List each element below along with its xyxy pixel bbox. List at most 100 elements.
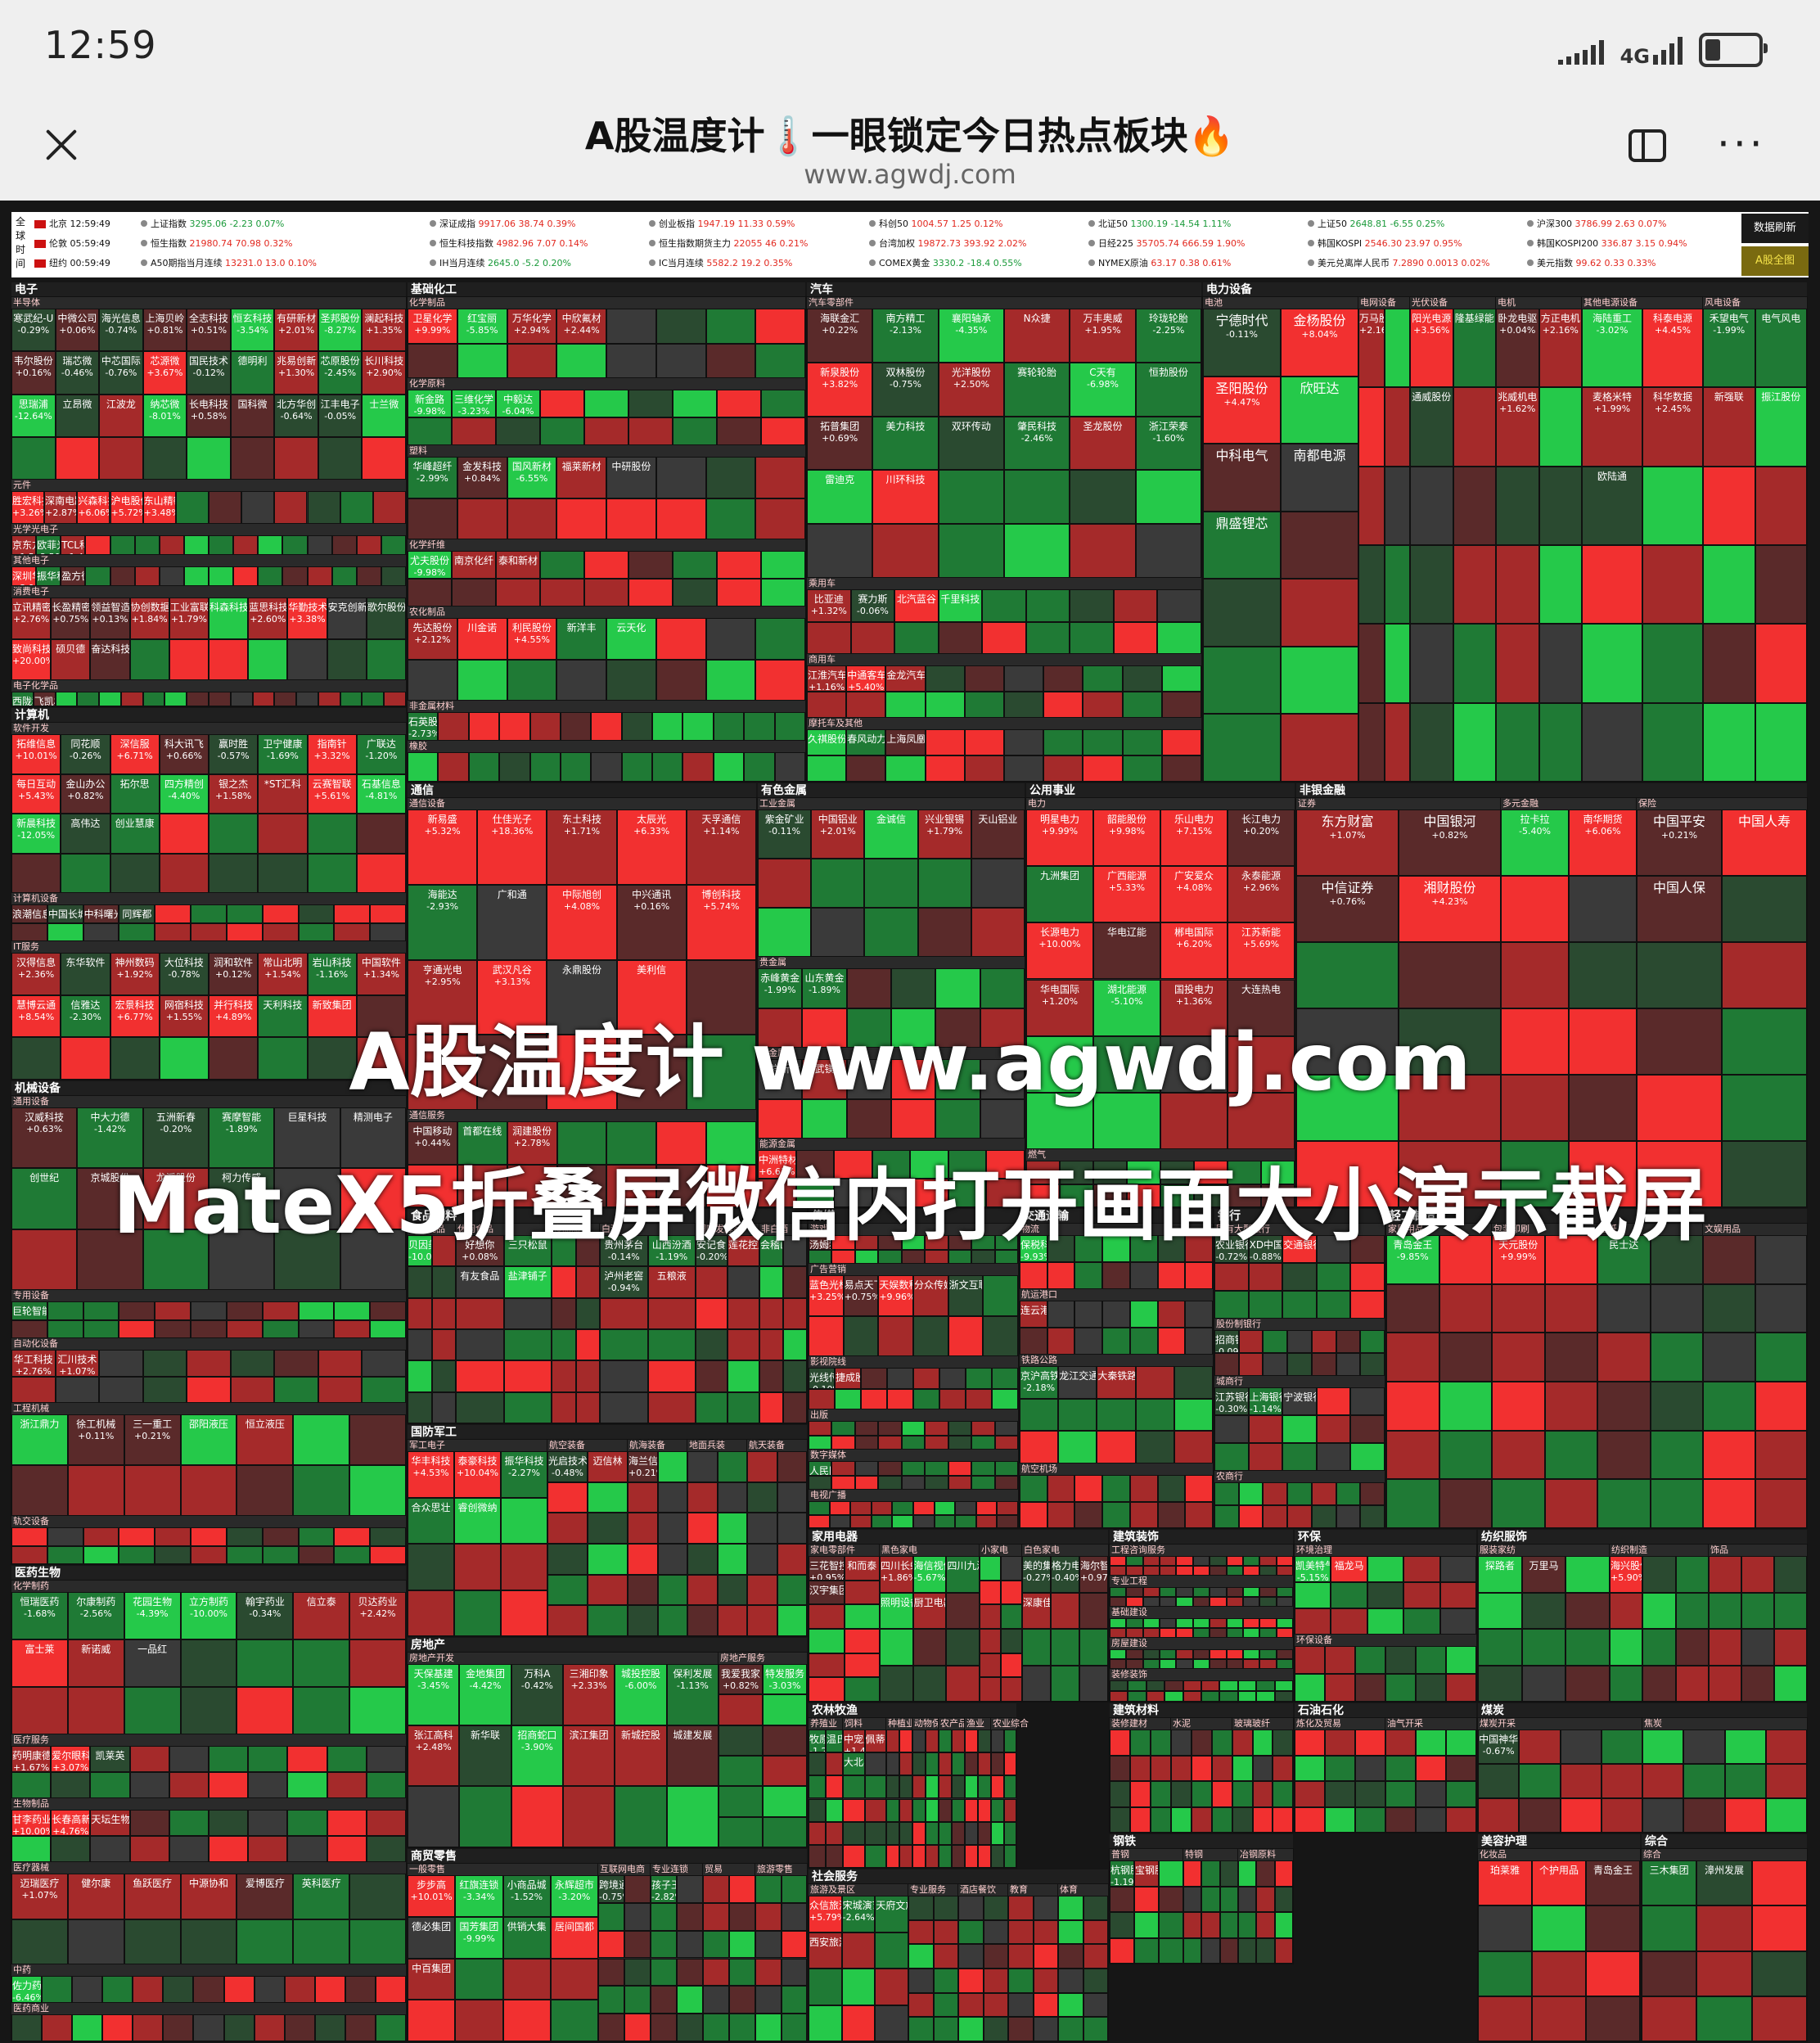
stock-tile-unlabeled[interactable]: [51, 1772, 91, 1798]
sub-industry-block[interactable]: 包装印刷 天元股份 +9.99%: [1491, 1223, 1598, 1529]
stock-tile-unlabeled[interactable]: [1650, 1479, 1703, 1528]
stock-tile-unlabeled[interactable]: [1185, 1235, 1213, 1262]
stock-tile[interactable]: 长盈精密 +0.75%: [51, 598, 91, 639]
stock-tile-unlabeled[interactable]: [1765, 1730, 1807, 1764]
stock-tile-unlabeled[interactable]: [841, 1969, 876, 2005]
stock-tile-unlabeled[interactable]: [677, 2014, 703, 2041]
stock-tile[interactable]: 振江股份: [1755, 387, 1807, 467]
stock-tile-unlabeled[interactable]: [677, 1958, 703, 1987]
stock-tile-unlabeled[interactable]: [1316, 1415, 1351, 1443]
sector-block[interactable]: 国防军工 军工电子 华丰科技 +4.53% 泰豪科技 +10.04% 振华科技 -2.27% 合…: [407, 1425, 808, 1637]
stock-tile-unlabeled[interactable]: [861, 1368, 887, 1389]
stock-tile-unlabeled[interactable]: [1259, 1556, 1277, 1566]
stock-tile-unlabeled[interactable]: [1261, 1161, 1295, 1184]
stock-tile-unlabeled[interactable]: [1724, 1798, 1766, 1833]
sub-industry-block[interactable]: 家电零部件三花智控+0.95%和而泰汉宇集团: [808, 1544, 881, 1702]
stock-tile-unlabeled[interactable]: [1160, 1628, 1177, 1638]
stock-tile[interactable]: 科森科技: [209, 598, 249, 639]
stock-tile-unlabeled[interactable]: [307, 566, 332, 586]
stock-tile-unlabeled[interactable]: [1399, 1141, 1501, 1207]
stock-tile-unlabeled[interactable]: [978, 1730, 991, 1753]
stock-tile-unlabeled[interactable]: [908, 1992, 934, 2018]
stock-tile-unlabeled[interactable]: [237, 1919, 294, 1964]
stock-tile-unlabeled[interactable]: [952, 1844, 965, 1868]
stock-tile[interactable]: 天山铝业: [971, 810, 1025, 859]
stock-tile[interactable]: 安记食品-0.20%: [696, 1235, 728, 1267]
stock-tile-unlabeled[interactable]: [606, 498, 656, 539]
stock-tile-unlabeled[interactable]: [926, 1775, 939, 1799]
stock-tile-unlabeled[interactable]: [1004, 692, 1044, 718]
stock-tile-unlabeled[interactable]: [1751, 1996, 1807, 2041]
stock-tile[interactable]: 电气风电: [1755, 309, 1807, 388]
stock-tile-unlabeled[interactable]: [366, 1746, 406, 1772]
stock-tile-unlabeled[interactable]: [755, 1902, 782, 1931]
stock-tile[interactable]: 兆易创新 +1.30%: [274, 351, 318, 395]
stock-tile[interactable]: C天有 -6.98%: [1070, 362, 1136, 417]
stock-tile-unlabeled[interactable]: [1047, 1301, 1075, 1328]
stock-tile[interactable]: 拓尔思: [110, 773, 160, 814]
stock-tile-unlabeled[interactable]: [781, 1986, 807, 2014]
stock-tile-unlabeled[interactable]: [1755, 466, 1807, 545]
sub-industry-block[interactable]: 装修建材: [1109, 1717, 1172, 1833]
stock-tile-unlabeled[interactable]: [1765, 1798, 1807, 1833]
stock-tile-unlabeled[interactable]: [1384, 309, 1410, 388]
stock-tile[interactable]: 韶能股份 +9.98%: [1093, 810, 1160, 867]
stock-tile[interactable]: 和而泰: [844, 1556, 880, 1581]
stock-tile-unlabeled[interactable]: [1102, 1475, 1130, 1502]
stock-tile-unlabeled[interactable]: [159, 853, 209, 893]
stock-tile-unlabeled[interactable]: [705, 309, 756, 344]
stock-tile-unlabeled[interactable]: [431, 1266, 456, 1298]
sub-industry-block[interactable]: 数字媒体人民网: [808, 1449, 1019, 1491]
stock-tile-unlabeled[interactable]: [1610, 1665, 1643, 1702]
stock-tile-unlabeled[interactable]: [1047, 1501, 1075, 1528]
stock-tile-unlabeled[interactable]: [1295, 1730, 1325, 1756]
stock-tile-unlabeled[interactable]: [982, 589, 1026, 622]
sub-industry-block[interactable]: 环境治理 凯美特气 -5.15% 福龙马: [1294, 1544, 1477, 1635]
stock-tile-unlabeled[interactable]: [628, 1513, 658, 1544]
sub-industry-block[interactable]: 航海装备海兰信+0.21%: [627, 1439, 688, 1637]
stock-tile-unlabeled[interactable]: [891, 968, 936, 1008]
sub-industry-block[interactable]: 白酒 贵州茅台 -0.14% 山西汾酒 -1.19% 泸州老窖 -0.94% 五粮液: [599, 1223, 696, 1424]
stock-tile-unlabeled[interactable]: [628, 1544, 658, 1575]
stock-tile-unlabeled[interactable]: [1281, 714, 1358, 782]
sub-industry-block[interactable]: 农产品加工: [938, 1717, 985, 1869]
stock-tile-unlabeled[interactable]: [1242, 1587, 1260, 1597]
stock-tile[interactable]: 三祥新材: [758, 1059, 803, 1099]
stock-tile-unlabeled[interactable]: [334, 1545, 371, 1564]
stock-tile-unlabeled[interactable]: [110, 535, 135, 555]
stock-tile-unlabeled[interactable]: [1751, 1860, 1807, 1906]
stock-tile-unlabeled[interactable]: [1256, 1937, 1275, 1964]
stock-tile-unlabeled[interactable]: [1134, 1937, 1159, 1964]
stock-tile-unlabeled[interactable]: [102, 1976, 133, 2003]
stock-tile-unlabeled[interactable]: [318, 1350, 363, 1377]
stock-tile[interactable]: 德明利: [230, 351, 275, 395]
stock-tile-unlabeled[interactable]: [110, 1037, 160, 1080]
stock-tile[interactable]: 新金路 -9.98%: [408, 390, 452, 417]
sector-block[interactable]: 计算机 软件开发 拓维信息 +10.01% 同花顺 -0.26% 深信服 +6.71% 科大讯飞…: [11, 708, 407, 1080]
stock-tile-unlabeled[interactable]: [356, 1037, 406, 1080]
sub-industry-block[interactable]: 橡胶: [407, 740, 806, 782]
stock-tile[interactable]: 佐力药业-6.46%: [11, 1976, 43, 2003]
stock-tile[interactable]: 武汉凡谷 +3.13%: [477, 959, 547, 1035]
stock-tile-unlabeled[interactable]: [880, 1629, 913, 1666]
stock-tile-unlabeled[interactable]: [1478, 1764, 1520, 1798]
stock-tile-unlabeled[interactable]: [809, 1514, 830, 1528]
stock-tile-unlabeled[interactable]: [349, 1874, 406, 1919]
stock-tile-unlabeled[interactable]: [1650, 1382, 1703, 1431]
stock-tile-unlabeled[interactable]: [314, 1976, 345, 2003]
stock-tile[interactable]: 石基信息 -4.81%: [356, 773, 406, 814]
stock-tile-unlabeled[interactable]: [142, 436, 187, 480]
stock-tile[interactable]: 卫星化学 +9.99%: [408, 309, 457, 344]
stock-tile-unlabeled[interactable]: [1083, 1944, 1108, 1969]
sub-industry-block[interactable]: 种植业: [885, 1717, 915, 1869]
stock-tile[interactable]: 华电国际 +1.20%: [1026, 979, 1093, 1036]
stock-tile-unlabeled[interactable]: [729, 1902, 755, 1931]
stock-tile[interactable]: 川环科技: [872, 470, 939, 525]
stock-tile-unlabeled[interactable]: [1256, 1691, 1275, 1702]
stock-tile-unlabeled[interactable]: [356, 994, 406, 1038]
stock-tile-unlabeled[interactable]: [606, 343, 656, 378]
stock-tile-unlabeled[interactable]: [237, 1687, 294, 1734]
stock-tile-unlabeled[interactable]: [1214, 1263, 1249, 1291]
sub-industry-block[interactable]: 化学制品 卫星化学 +9.99% 红宝丽 -5.85% 万华化学 +2.94% 中欣氟材 +2.…: [407, 296, 806, 379]
stock-tile-unlabeled[interactable]: [1237, 1680, 1257, 1691]
